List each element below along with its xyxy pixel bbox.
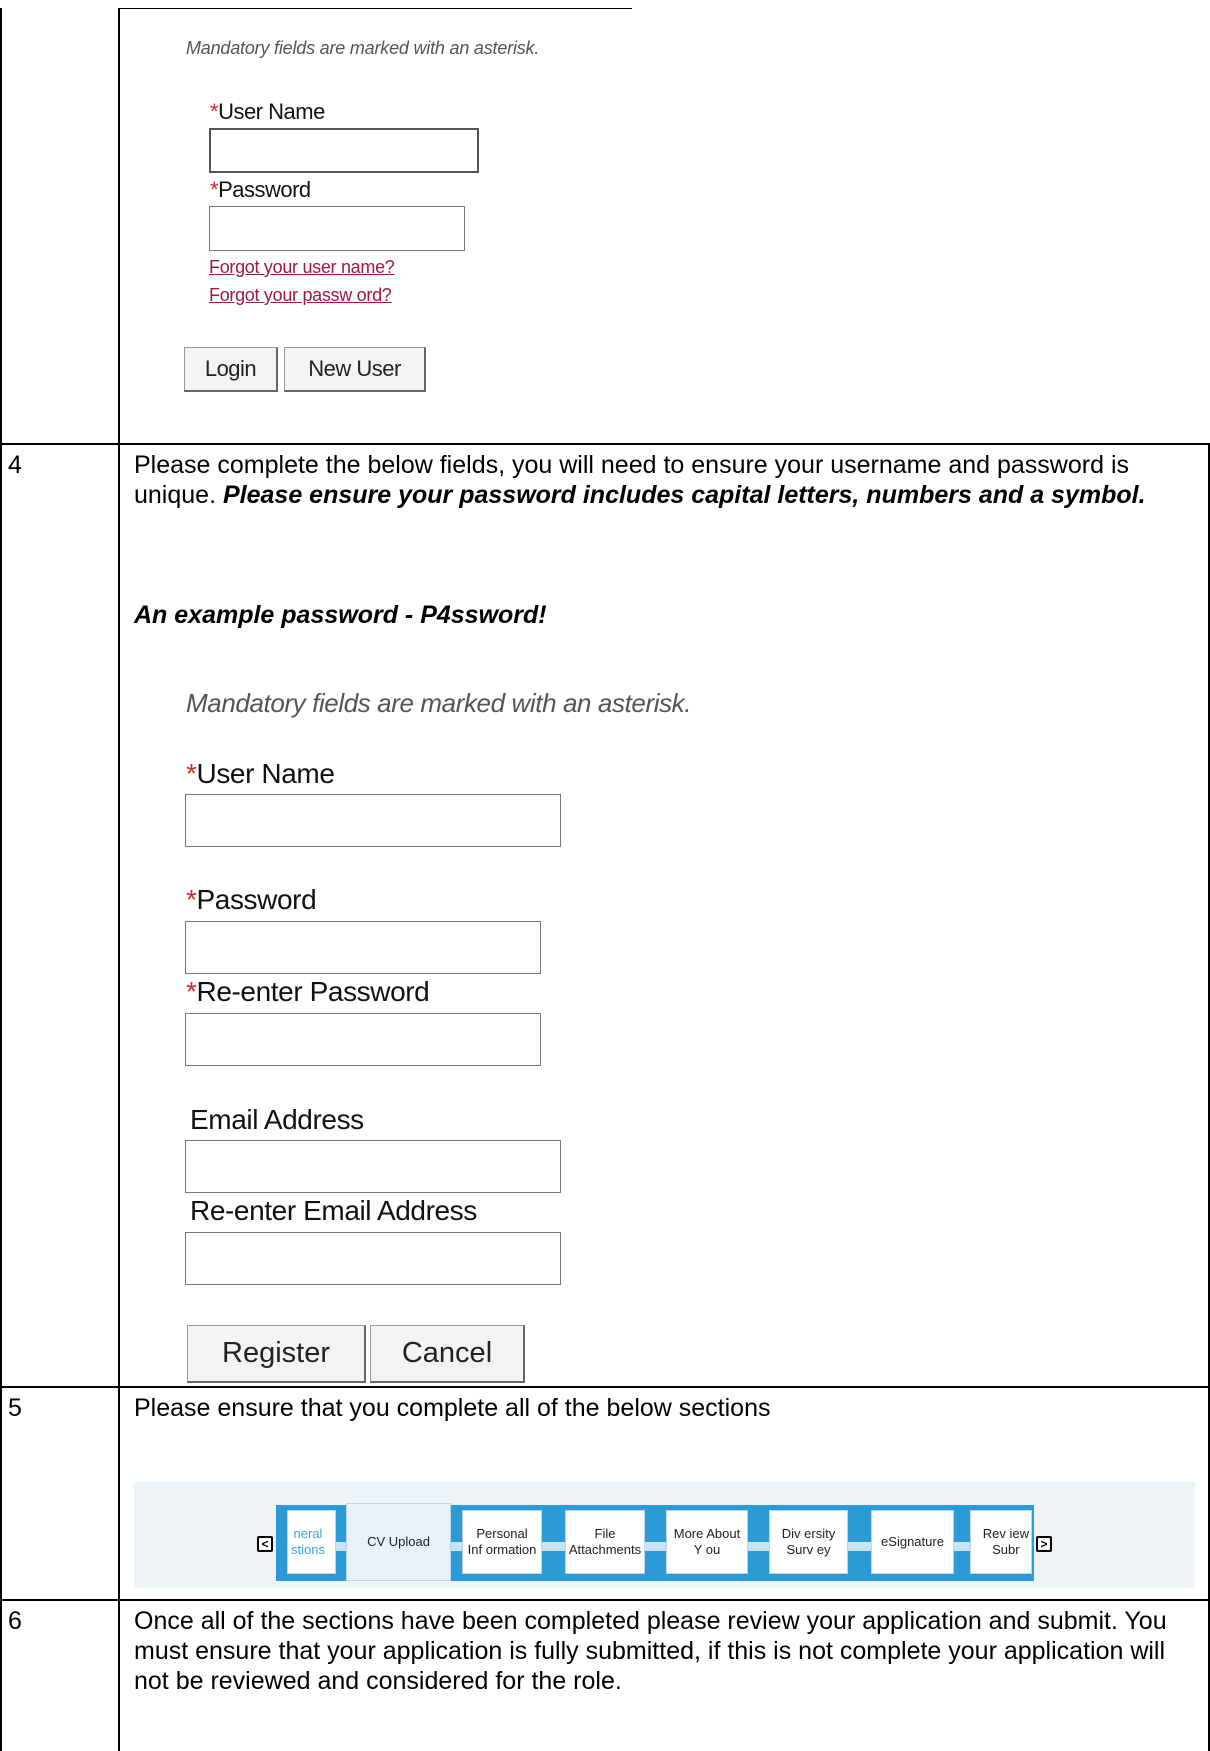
password-field[interactable] bbox=[209, 206, 465, 251]
reenter-password-field[interactable] bbox=[185, 1013, 541, 1066]
required-asterisk: * bbox=[186, 884, 197, 915]
mandatory-note: Mandatory fields are marked with an aste… bbox=[186, 688, 692, 718]
example-password: An example password - P4ssword! bbox=[134, 601, 547, 629]
step-connector bbox=[954, 1542, 970, 1551]
step-personal-information[interactable]: Personal Inf ormation bbox=[462, 1510, 542, 1574]
instruction-text: Please complete the below fields, you wi… bbox=[134, 450, 1194, 510]
password-requirements: Please ensure your password includes cap… bbox=[222, 481, 1146, 509]
row-divider-4 bbox=[0, 443, 1210, 445]
forgot-password-link[interactable]: Forgot your passw ord? bbox=[209, 285, 392, 306]
step-bar-next-button[interactable]: > bbox=[1036, 1536, 1052, 1552]
step-diversity-survey[interactable]: Div ersity Surv ey bbox=[769, 1510, 848, 1574]
required-asterisk: * bbox=[210, 99, 219, 124]
step-connector bbox=[542, 1542, 566, 1551]
table-left-border bbox=[0, 8, 2, 1751]
row-number: 5 bbox=[8, 1394, 22, 1422]
username-input[interactable] bbox=[211, 130, 477, 171]
row-number: 4 bbox=[8, 451, 22, 479]
step-bar-prev-button[interactable]: < bbox=[257, 1536, 273, 1552]
step-more-about-you[interactable]: More About Y ou bbox=[666, 1510, 748, 1574]
step-connector bbox=[748, 1542, 770, 1551]
password-label: *Password bbox=[210, 177, 311, 202]
register-username-input[interactable] bbox=[186, 795, 560, 846]
reenter-email-input[interactable] bbox=[186, 1233, 560, 1284]
step-esignature[interactable]: eSignature bbox=[871, 1510, 954, 1574]
top-border-fragment bbox=[120, 8, 632, 9]
register-password-label: *Password bbox=[186, 884, 317, 915]
step-general-questions[interactable]: neral stions bbox=[287, 1510, 336, 1574]
reenter-email-label: Re-enter Email Address bbox=[190, 1195, 477, 1226]
required-asterisk: * bbox=[210, 177, 219, 202]
reenter-password-input[interactable] bbox=[186, 1014, 540, 1065]
username-label: *User Name bbox=[210, 99, 325, 124]
register-password-input[interactable] bbox=[186, 922, 540, 973]
register-button[interactable]: Register bbox=[187, 1325, 366, 1383]
step-file-attachments[interactable]: File Attachments bbox=[565, 1510, 645, 1574]
table-column-divider bbox=[118, 8, 120, 1751]
register-username-field[interactable] bbox=[185, 794, 561, 847]
login-button[interactable]: Login bbox=[184, 347, 278, 392]
reenter-password-label: *Re-enter Password bbox=[186, 976, 430, 1007]
username-field[interactable] bbox=[209, 128, 479, 173]
row-divider-6 bbox=[0, 1599, 1210, 1601]
step-cv-upload[interactable]: CV Upload bbox=[346, 1503, 451, 1581]
step-connector bbox=[848, 1542, 872, 1551]
forgot-username-link[interactable]: Forgot your user name? bbox=[209, 257, 395, 278]
step-review-submit[interactable]: Rev iew Subr bbox=[970, 1510, 1032, 1574]
required-asterisk: * bbox=[186, 976, 197, 1007]
email-input[interactable] bbox=[186, 1141, 560, 1192]
password-input[interactable] bbox=[210, 207, 464, 250]
mandatory-note: Mandatory fields are marked with an aste… bbox=[186, 38, 540, 58]
email-field[interactable] bbox=[185, 1140, 561, 1193]
row-divider-5 bbox=[0, 1386, 1210, 1388]
instruction-text: Please ensure that you complete all of t… bbox=[134, 1394, 771, 1422]
step-connector bbox=[645, 1542, 667, 1551]
register-password-field[interactable] bbox=[185, 921, 541, 974]
cancel-button[interactable]: Cancel bbox=[370, 1325, 525, 1383]
email-label: Email Address bbox=[190, 1104, 364, 1135]
reenter-email-field[interactable] bbox=[185, 1232, 561, 1285]
instruction-text: Once all of the sections have been compl… bbox=[134, 1607, 1167, 1695]
new-user-button[interactable]: New User bbox=[284, 347, 426, 392]
register-username-label: *User Name bbox=[186, 758, 335, 789]
row-number: 6 bbox=[8, 1607, 22, 1635]
required-asterisk: * bbox=[186, 758, 197, 789]
